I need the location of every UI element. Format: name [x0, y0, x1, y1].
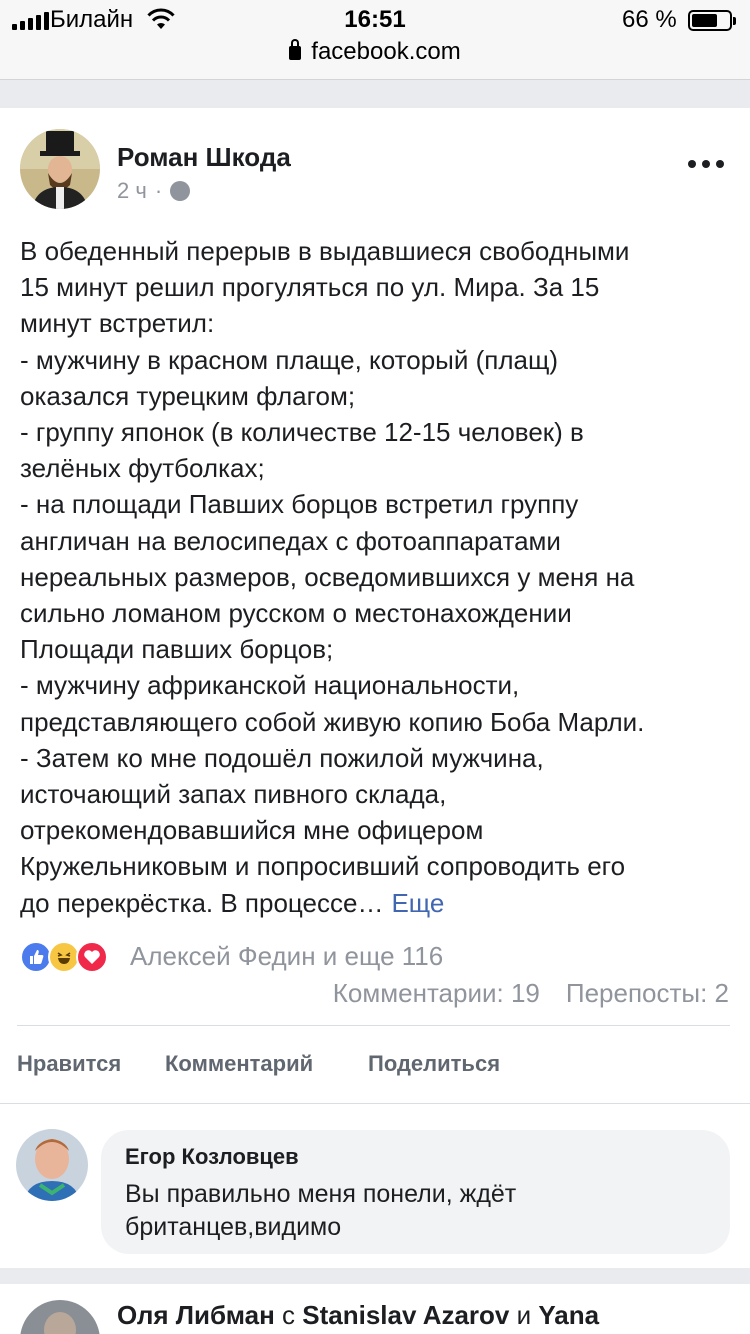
comment-text: Вы правильно меня понели, ждёт британцев…	[125, 1178, 705, 1244]
post-text-line: минут встретил:	[20, 305, 735, 341]
post-text-line-content: - на площади Павших борцов встретил груп…	[20, 489, 579, 520]
and-word: и	[516, 1300, 532, 1330]
post-text-line: до перекрёстка. В процессе… Еще	[20, 885, 735, 921]
comment-bubble[interactable]: Егор Козловцев Вы правильно меня понели,…	[101, 1130, 730, 1254]
post-text-line: оказался турецким флагом;	[20, 378, 735, 414]
post-text-line-content: оказался турецким флагом;	[20, 380, 356, 411]
post-text-line-content: минут встретил:	[20, 308, 215, 339]
post-text-line-content: - мужчину в красном плаще, который (плащ…	[20, 344, 559, 375]
post-text-line-content: до перекрёстка. В процессе…	[20, 887, 384, 918]
comment-line: британцев,видимо	[125, 1213, 342, 1241]
post-text-line-content: сильно ломаном русском о местонахождении	[20, 598, 572, 629]
post-text-line: зелёных футболках;	[20, 450, 735, 486]
post-text-line-content: - мужчину африканской национальности,	[20, 670, 520, 701]
comment-author[interactable]: Егор Козловцев	[125, 1144, 299, 1170]
post-text-line-content: В обеденный перерыв в выдавшиеся свободн…	[20, 236, 630, 266]
post-time[interactable]: 2 ч	[117, 178, 147, 204]
comments-count[interactable]: Комментарии: 19	[333, 978, 540, 1008]
post-text-line: англичан на велосипедах с фотоаппаратами	[20, 523, 735, 559]
post-text-line: - группу японок (в количестве 12-15 чело…	[20, 414, 735, 450]
share-button[interactable]: Поделиться	[368, 1051, 500, 1077]
reaction-summary[interactable]: Алексей Федин и еще 116	[130, 941, 443, 972]
globe-icon	[170, 181, 191, 201]
post-text-line: сильно ломаном русском о местонахождении	[20, 595, 735, 631]
tagged-user-1[interactable]: Stanislav Azarov	[302, 1300, 509, 1330]
post-text-line: 15 минут решил прогуляться по ул. Мира. …	[20, 269, 735, 305]
post-text: В обеденный перерыв в выдавшиеся свободн…	[20, 233, 735, 921]
post-text-line: нереальных размеров, осведомившихся у ме…	[20, 559, 735, 595]
post-text-line: - мужчину в красном плаще, который (плащ…	[20, 342, 735, 378]
post-text-line: - Затем ко мне подошёл пожилой мужчина,	[20, 740, 735, 776]
author-avatar[interactable]	[20, 129, 100, 209]
post-text-line: - на площади Павших борцов встретил груп…	[20, 486, 735, 522]
divider	[0, 1103, 750, 1104]
post-text-line: В обеденный перерыв в выдавшиеся свободн…	[20, 233, 735, 269]
post-text-line: Площади павших борцов;	[20, 631, 735, 667]
post-text-line: отрекомендовавшийся мне офицером	[20, 812, 735, 848]
next-author-avatar[interactable]	[20, 1300, 100, 1334]
post-text-line-content: Кружельниковым и попросивший сопроводить…	[20, 851, 626, 882]
post-text-line-content: представляющего собой живую копию Боба М…	[20, 706, 645, 737]
post-text-line: Кружельниковым и попросивший сопроводить…	[20, 848, 735, 884]
post-text-line-content: - Затем ко мне подошёл пожилой мужчина,	[20, 742, 544, 773]
commenter-avatar[interactable]	[16, 1129, 88, 1201]
post-meta: 2 ч ·	[117, 178, 191, 204]
with-word: с	[282, 1300, 296, 1330]
next-post-author[interactable]: Оля Либман	[117, 1300, 275, 1330]
post-text-line-content: нереальных размеров, осведомившихся у ме…	[20, 561, 635, 592]
post-text-line: - мужчину африканской национальности,	[20, 667, 735, 703]
more-options-icon[interactable]	[688, 160, 724, 170]
tagged-user-2[interactable]: Yana	[538, 1300, 599, 1330]
comment-button[interactable]: Комментарий	[165, 1051, 313, 1077]
post-text-line-content: 15 минут решил прогуляться по ул. Мира. …	[20, 272, 600, 303]
post-text-line-content: - группу японок (в количестве 12-15 чело…	[20, 417, 584, 448]
battery-icon	[688, 10, 736, 31]
status-bar: Билайн 16:51 66 %	[0, 0, 750, 40]
post-author[interactable]: Роман Шкода	[117, 142, 291, 173]
meta-dot: ·	[154, 178, 163, 203]
like-button[interactable]: Нравится	[17, 1051, 121, 1077]
url-text: facebook.com	[311, 38, 461, 65]
divider	[17, 1025, 730, 1026]
post-text-line-content: источающий запах пивного склада,	[20, 779, 447, 810]
post-counts: Комментарии: 19 Перепосты: 2	[333, 978, 729, 1009]
post-text-line-content: зелёных футболках;	[20, 453, 265, 484]
browser-chrome: Билайн 16:51 66 % facebook.com	[0, 0, 750, 80]
see-more-link[interactable]: Еще	[391, 888, 444, 918]
comment-line: Вы правильно меня понели, ждёт	[125, 1180, 517, 1208]
post-text-line: источающий запах пивного склада,	[20, 776, 735, 812]
post-text-line-content: отрекомендовавшийся мне офицером	[20, 815, 484, 846]
post-text-line-content: Площади павших борцов;	[20, 634, 334, 665]
post-text-line: представляющего собой живую копию Боба М…	[20, 704, 735, 740]
love-icon	[76, 941, 108, 973]
shares-count[interactable]: Перепосты: 2	[566, 978, 729, 1008]
post-text-line-content: англичан на велосипедах с фотоаппаратами	[20, 525, 561, 556]
reaction-icons[interactable]	[20, 940, 108, 974]
battery-percentage: 66 %	[622, 6, 677, 33]
feed-separator	[0, 80, 750, 108]
url-bar[interactable]: facebook.com	[0, 38, 750, 70]
lock-icon	[289, 39, 302, 60]
feed-separator	[0, 1268, 750, 1284]
next-post-header: Оля Либман с Stanislav Azarov и Yana	[117, 1300, 599, 1331]
